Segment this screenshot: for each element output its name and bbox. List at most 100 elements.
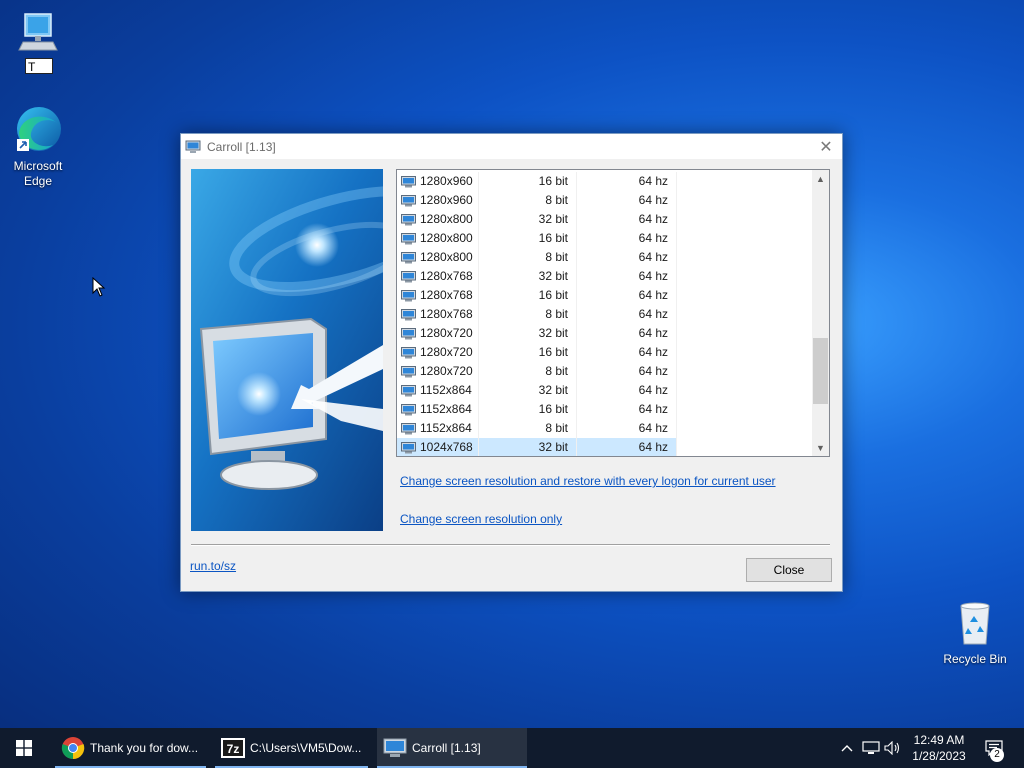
resolution-cell: 1280x960 [419, 172, 479, 191]
carroll-window: Carroll [1.13] ✕ 1280x960 16 bit 64 hz 1… [180, 133, 843, 592]
monitor-arrow-artwork [191, 169, 383, 531]
resolution-cell: 1280x768 [419, 305, 479, 324]
monitor-icon [397, 400, 419, 419]
monitor-icon [397, 343, 419, 362]
edge-icon [17, 107, 61, 151]
computer-icon [18, 13, 58, 51]
refresh-rate-cell: 64 hz [577, 191, 677, 210]
color-depth-cell: 16 bit [479, 229, 577, 248]
network-button[interactable] [860, 728, 882, 768]
taskbar: Thank you for dow... 7z C:\Users\VM5\Dow… [0, 728, 1024, 768]
scroll-thumb[interactable] [813, 338, 828, 404]
resolution-cell: 1152x864 [419, 381, 479, 400]
refresh-rate-cell: 64 hz [577, 267, 677, 286]
resolution-cell: 1152x864 [419, 419, 479, 438]
desktop-icon-microsoft-edge[interactable]: Microsoft Edge [8, 105, 68, 189]
color-depth-cell: 8 bit [479, 191, 577, 210]
refresh-rate-cell: 64 hz [577, 248, 677, 267]
refresh-rate-cell: 64 hz [577, 324, 677, 343]
monitor-icon [397, 362, 419, 381]
refresh-rate-cell: 64 hz [577, 172, 677, 191]
refresh-rate-cell: 64 hz [577, 438, 677, 456]
title-bar[interactable]: Carroll [1.13] ✕ [181, 134, 842, 159]
refresh-rate-cell: 64 hz [577, 362, 677, 381]
color-depth-cell: 32 bit [479, 438, 577, 456]
resolution-row[interactable]: 1280x960 8 bit 64 hz [397, 191, 814, 210]
svg-text:7z: 7z [227, 742, 240, 756]
resolution-cell: 1280x768 [419, 286, 479, 305]
color-depth-cell: 8 bit [479, 305, 577, 324]
resolution-row[interactable]: 1280x720 16 bit 64 hz [397, 343, 814, 362]
refresh-rate-cell: 64 hz [577, 305, 677, 324]
resolution-cell: 1280x720 [419, 324, 479, 343]
close-button[interactable]: Close [746, 558, 832, 582]
resolution-list[interactable]: 1280x960 16 bit 64 hz 1280x960 8 bit 64 hz 128… [396, 169, 830, 457]
resolution-cell: 1280x960 [419, 191, 479, 210]
chevron-up-icon [841, 745, 853, 752]
monitor-icon [397, 381, 419, 400]
monitor-icon [397, 324, 419, 343]
resolution-cell: 1280x720 [419, 362, 479, 381]
color-depth-cell: 16 bit [479, 400, 577, 419]
rename-textbox[interactable]: T [25, 58, 53, 74]
monitor-icon [397, 191, 419, 210]
taskbar-item-7zip[interactable]: 7z C:\Users\VM5\Dow... [215, 728, 368, 768]
resolution-row[interactable]: 1280x768 16 bit 64 hz [397, 286, 814, 305]
vertical-scrollbar[interactable]: ▲ ▼ [812, 170, 829, 456]
color-depth-cell: 32 bit [479, 381, 577, 400]
banner-image [191, 169, 383, 531]
desktop-icon-this-pc[interactable]: T [9, 10, 69, 75]
color-depth-cell: 16 bit [479, 172, 577, 191]
taskbar-item-label: Carroll [1.13] [412, 741, 481, 755]
mouse-pointer-icon [92, 277, 106, 297]
scroll-down-arrow-icon[interactable]: ▼ [812, 439, 829, 456]
resolution-cell: 1280x800 [419, 248, 479, 267]
monitor-icon [397, 229, 419, 248]
change-resolution-only-link[interactable]: Change screen resolution only [400, 512, 562, 526]
color-depth-cell: 32 bit [479, 324, 577, 343]
resolution-cell: 1280x800 [419, 210, 479, 229]
color-depth-cell: 8 bit [479, 419, 577, 438]
window-close-button[interactable]: ✕ [810, 134, 842, 159]
taskbar-item-label: Thank you for dow... [90, 741, 199, 755]
taskbar-item-carroll[interactable]: Carroll [1.13] [377, 728, 527, 768]
resolution-row[interactable]: 1152x864 32 bit 64 hz [397, 381, 814, 400]
taskbar-item-chrome[interactable]: Thank you for dow... [55, 728, 206, 768]
change-resolution-restore-link[interactable]: Change screen resolution and restore wit… [400, 474, 776, 488]
refresh-rate-cell: 64 hz [577, 229, 677, 248]
show-hidden-icons-button[interactable] [838, 728, 856, 768]
resolution-row[interactable]: 1280x800 16 bit 64 hz [397, 229, 814, 248]
resolution-row[interactable]: 1152x864 8 bit 64 hz [397, 419, 814, 438]
resolution-row[interactable]: 1280x768 32 bit 64 hz [397, 267, 814, 286]
monitor-icon [397, 305, 419, 324]
resolution-row[interactable]: 1280x960 16 bit 64 hz [397, 172, 814, 191]
resolution-row[interactable]: 1280x800 8 bit 64 hz [397, 248, 814, 267]
resolution-row[interactable]: 1280x720 8 bit 64 hz [397, 362, 814, 381]
refresh-rate-cell: 64 hz [577, 400, 677, 419]
refresh-rate-cell: 64 hz [577, 286, 677, 305]
start-button[interactable] [0, 728, 48, 768]
resolution-rows: 1280x960 16 bit 64 hz 1280x960 8 bit 64 hz 128… [397, 172, 814, 456]
color-depth-cell: 32 bit [479, 267, 577, 286]
7zip-icon: 7z [221, 738, 245, 758]
resolution-row[interactable]: 1280x768 8 bit 64 hz [397, 305, 814, 324]
resolution-cell: 1024x768 [419, 438, 479, 456]
separator [191, 544, 830, 546]
windows-logo-icon [16, 740, 32, 756]
system-clock[interactable]: 12:49 AM 1/28/2023 [904, 732, 974, 764]
resolution-row[interactable]: 1024x768 32 bit 64 hz [397, 438, 814, 456]
resolution-row[interactable]: 1152x864 16 bit 64 hz [397, 400, 814, 419]
refresh-rate-cell: 64 hz [577, 381, 677, 400]
monitor-app-icon [185, 140, 201, 153]
recycle-bin-icon [960, 602, 990, 645]
close-icon: ✕ [819, 138, 833, 156]
monitor-icon [397, 438, 419, 456]
resolution-row[interactable]: 1280x720 32 bit 64 hz [397, 324, 814, 343]
resolution-row[interactable]: 1280x800 32 bit 64 hz [397, 210, 814, 229]
volume-button[interactable] [882, 728, 904, 768]
refresh-rate-cell: 64 hz [577, 343, 677, 362]
website-link[interactable]: run.to/sz [190, 559, 236, 573]
refresh-rate-cell: 64 hz [577, 419, 677, 438]
desktop-icon-recycle-bin[interactable]: Recycle Bin [942, 600, 1008, 667]
scroll-up-arrow-icon[interactable]: ▲ [812, 170, 829, 187]
